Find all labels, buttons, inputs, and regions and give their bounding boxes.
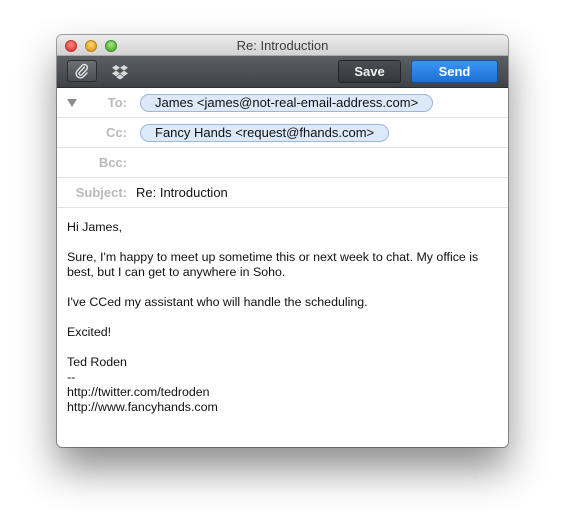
signature-link: http://www.fancyhands.com	[67, 400, 218, 414]
cc-label: Cc:	[106, 125, 127, 140]
message-body[interactable]: Hi James, Sure, I'm happy to meet up som…	[67, 220, 499, 415]
disclosure-triangle-icon[interactable]	[67, 99, 77, 107]
cc-recipient-token[interactable]: Fancy Hands <request@fhands.com>	[140, 124, 390, 142]
subject-field-row[interactable]: Subject: Re: Introduction	[57, 178, 508, 208]
cc-field-row: Cc: Fancy Hands <request@fhands.com>	[57, 118, 508, 148]
to-recipient-token[interactable]: James <james@not-real-email-address.com>	[140, 94, 434, 112]
window-title: Re: Introduction	[236, 38, 329, 53]
paperclip-icon	[75, 63, 89, 79]
body-paragraph: I've CCed my assistant who will handle t…	[67, 295, 368, 309]
dropbox-button[interactable]	[109, 62, 131, 82]
title-bar: Re: Introduction	[57, 35, 508, 56]
send-button[interactable]: Send	[411, 60, 498, 83]
header-fields: To: James <james@not-real-email-address.…	[57, 88, 508, 208]
save-button[interactable]: Save	[338, 60, 401, 83]
greeting: Hi James,	[67, 220, 123, 234]
dropbox-icon	[112, 65, 128, 80]
signature-name: Ted Roden	[67, 355, 127, 369]
body-paragraph: Sure, I'm happy to meet up sometime this…	[67, 250, 482, 279]
compose-window: Re: Introduction Save Send To: James <ja…	[57, 35, 508, 447]
bcc-field-row[interactable]: Bcc:	[57, 148, 508, 178]
to-label: To:	[107, 95, 127, 110]
subject-label: Subject:	[75, 185, 127, 200]
signature-separator: --	[67, 370, 76, 384]
bcc-label: Bcc:	[98, 155, 127, 170]
subject-input[interactable]: Re: Introduction	[136, 185, 228, 200]
body-paragraph: Excited!	[67, 325, 112, 339]
toolbar: Save Send	[57, 56, 508, 88]
attach-button[interactable]	[67, 60, 97, 82]
to-field-row: To: James <james@not-real-email-address.…	[57, 88, 508, 118]
signature-link: http://twitter.com/tedroden	[67, 385, 210, 399]
